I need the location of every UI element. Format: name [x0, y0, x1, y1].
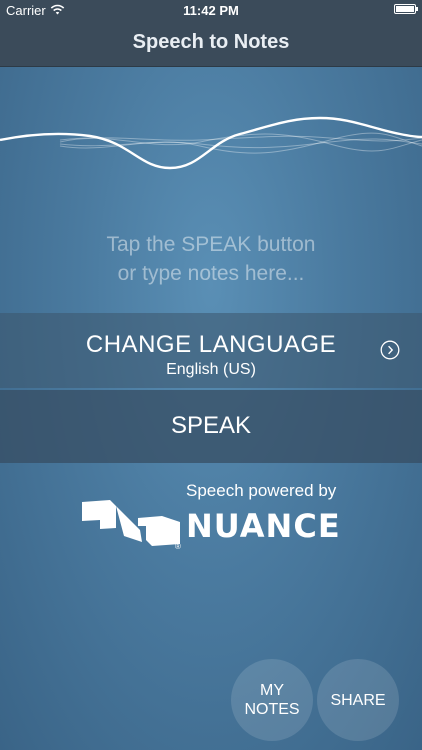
change-language-button[interactable]: CHANGE LANGUAGE English (US) — [0, 313, 422, 388]
change-language-label: CHANGE LANGUAGE — [85, 331, 337, 358]
registered-mark: ® — [175, 542, 181, 551]
battery-icon — [394, 4, 418, 14]
notes-text-area[interactable]: Tap the SPEAK button or type notes here.… — [0, 230, 422, 288]
nuance-wordmark: NUANCE — [186, 507, 341, 545]
notes-placeholder-line2: or type notes here... — [117, 262, 305, 285]
current-language-label: English (US) — [166, 361, 256, 378]
nav-bar: Speech to Notes — [0, 22, 422, 67]
share-button[interactable]: SHARE — [317, 659, 399, 741]
page-title: Speech to Notes — [132, 31, 290, 53]
my-notes-label-line2: NOTES — [244, 701, 300, 718]
status-bar: Carrier 11:42 PM — [0, 0, 422, 22]
nuance-logo-icon — [82, 500, 180, 546]
waveform-graphic — [0, 116, 422, 170]
battery-level — [396, 6, 414, 12]
speak-label: SPEAK — [170, 412, 252, 439]
my-notes-button[interactable]: MY NOTES — [231, 659, 313, 741]
powered-by-label: Speech powered by — [186, 481, 337, 500]
chevron-right-circle-icon — [380, 340, 400, 360]
status-time: 11:42 PM — [183, 3, 239, 18]
share-label: SHARE — [330, 691, 386, 709]
status-right — [394, 4, 418, 14]
speak-button[interactable]: SPEAK — [0, 390, 422, 463]
notes-placeholder-line1: Tap the SPEAK button — [106, 233, 316, 256]
my-notes-label-line1: MY — [260, 682, 284, 699]
